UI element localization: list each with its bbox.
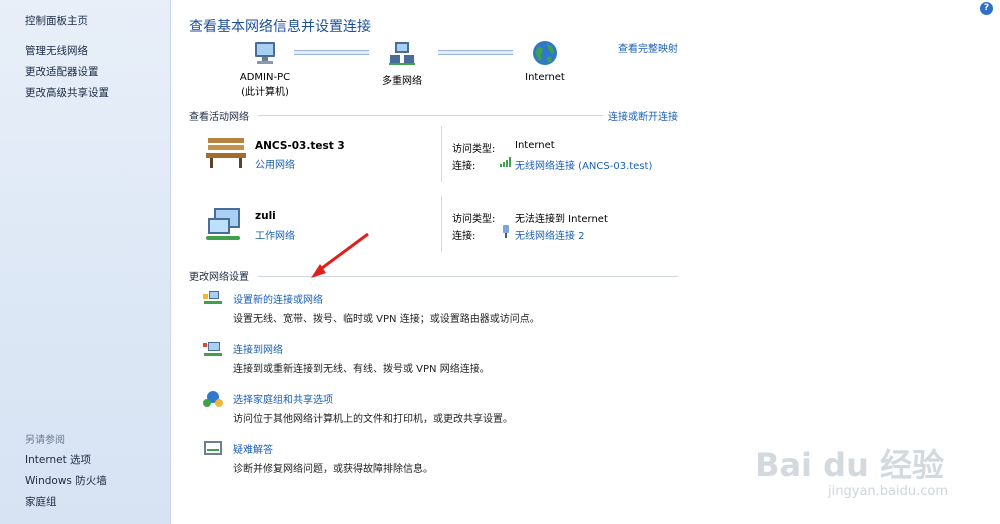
sidebar-item-manage-wireless[interactable]: 管理无线网络 <box>25 43 88 58</box>
sidebar-item-adapter-settings[interactable]: 更改适配器设置 <box>25 64 99 79</box>
see-also-homegroup[interactable]: 家庭组 <box>25 494 57 509</box>
see-also-label: 另请参阅 <box>25 435 65 446</box>
see-also-firewall[interactable]: Windows 防火墙 <box>25 473 107 488</box>
main-content: ? 查看基本网络信息并设置连接 ADMIN-PC (此计算机) 多重网络 Int… <box>170 0 1000 524</box>
see-also-internet-options[interactable]: Internet 选项 <box>25 452 91 467</box>
watermark-logo: Bai du 经验 <box>755 446 944 484</box>
watermark-url: jingyan.baidu.com <box>828 484 948 499</box>
sidebar-item-advanced-sharing[interactable]: 更改高级共享设置 <box>25 85 109 100</box>
sidebar-home-link[interactable]: 控制面板主页 <box>25 13 88 28</box>
sidebar: 控制面板主页 管理无线网络 更改适配器设置 更改高级共享设置 另请参阅 Inte… <box>0 0 171 524</box>
